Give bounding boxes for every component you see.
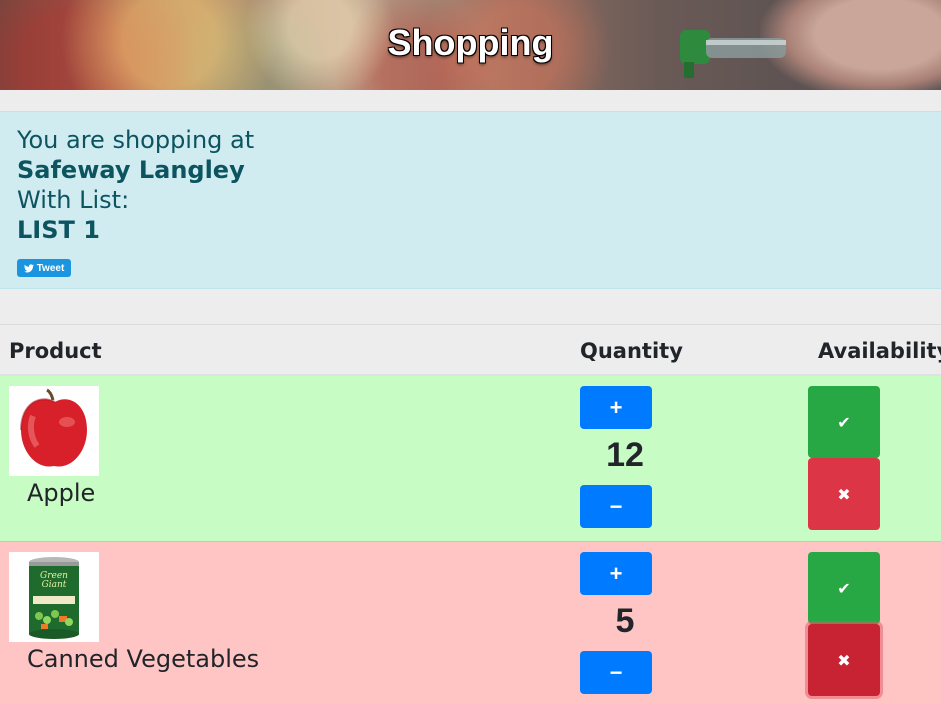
column-header-quantity: Quantity xyxy=(580,339,683,363)
shopping-at-label: You are shopping at xyxy=(17,126,255,154)
close-icon: ✖ xyxy=(837,484,851,504)
mark-available-button[interactable]: ✔ xyxy=(808,386,880,458)
twitter-bird-icon xyxy=(23,263,34,272)
canned-vegetables-image: Green Giant xyxy=(9,552,99,642)
store-name: Safeway Langley xyxy=(17,156,245,184)
close-icon: ✖ xyxy=(837,650,851,670)
increment-quantity-button[interactable]: + xyxy=(580,386,652,429)
page-title: Shopping xyxy=(387,22,554,63)
tweet-label: Tweet xyxy=(36,262,65,274)
quantity-value: 5 xyxy=(615,602,635,640)
mark-unavailable-button[interactable]: ✖ xyxy=(808,458,880,530)
column-header-availability: Availability xyxy=(818,339,941,363)
column-header-product: Product xyxy=(9,339,102,363)
check-icon: ✔ xyxy=(837,412,851,432)
table-row: Apple + 12 − ✔ ✖ xyxy=(0,376,941,541)
mark-unavailable-button[interactable]: ✖ xyxy=(808,624,880,696)
quantity-value: 12 xyxy=(606,436,644,474)
increment-quantity-button[interactable]: + xyxy=(580,552,652,595)
product-name: Apple xyxy=(27,479,96,507)
list-label: With List: xyxy=(17,186,130,214)
table-header: Product Quantity Availability xyxy=(0,324,941,376)
apple-image xyxy=(9,386,99,476)
product-name: Canned Vegetables xyxy=(27,645,260,673)
shopping-info-alert: You are shopping at Safeway Langley With… xyxy=(0,111,941,289)
check-icon: ✔ xyxy=(837,578,851,598)
mark-available-button[interactable]: ✔ xyxy=(808,552,880,624)
tweet-button[interactable]: Tweet xyxy=(17,259,71,277)
svg-text:Giant: Giant xyxy=(42,580,67,590)
hero-banner: Shopping xyxy=(0,0,941,90)
decrement-quantity-button[interactable]: − xyxy=(580,651,652,694)
list-name: LIST 1 xyxy=(17,216,100,244)
table-row: Green Giant Canned Vegetables + 5 − ✔ ✖ xyxy=(0,541,941,704)
decrement-quantity-button[interactable]: − xyxy=(580,485,652,528)
